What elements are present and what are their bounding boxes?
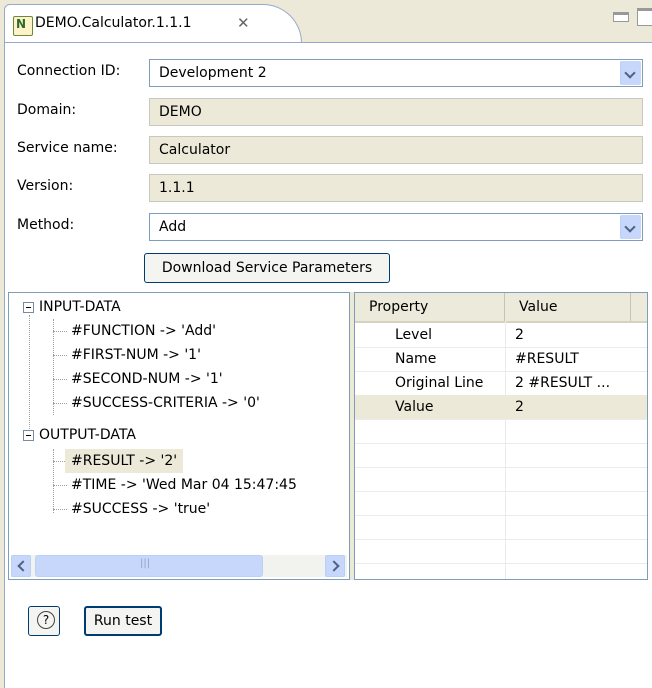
table-row-empty xyxy=(355,515,647,540)
tree-guide-line xyxy=(53,509,67,510)
close-icon[interactable]: ✕ xyxy=(237,14,250,32)
notes-agent-icon xyxy=(13,16,33,36)
table-row[interactable]: Level 2 xyxy=(355,323,647,348)
tree-node-success-criteria[interactable]: #SUCCESS-CRITERIA -> '0' xyxy=(71,391,260,415)
tree-guide-line xyxy=(53,355,67,356)
tree-node-function[interactable]: #FUNCTION -> 'Add' xyxy=(71,319,216,343)
column-header-value[interactable]: Value xyxy=(505,293,631,321)
method-value: Add xyxy=(159,219,187,235)
table-row-empty xyxy=(355,419,647,444)
tree-guide-line xyxy=(53,331,67,332)
run-test-button[interactable]: Run test xyxy=(84,606,162,636)
connection-label: Connection ID: xyxy=(17,63,121,79)
horizontal-scrollbar[interactable] xyxy=(11,555,347,577)
method-label: Method: xyxy=(17,217,75,233)
table-row-selected[interactable]: Value 2 xyxy=(355,395,647,420)
tree-node-input-data[interactable]: INPUT-DATA xyxy=(39,295,121,319)
property-name: Level xyxy=(395,327,432,343)
property-value: #RESULT xyxy=(515,351,579,367)
table-row-empty xyxy=(355,467,647,492)
collapse-icon[interactable] xyxy=(23,302,34,313)
domain-value: DEMO xyxy=(159,104,202,120)
property-name: Value xyxy=(395,399,434,415)
tree-node-first-num[interactable]: #FIRST-NUM -> '1' xyxy=(71,343,201,367)
tree-guide-line xyxy=(53,403,67,404)
connection-combo[interactable]: Development 2 xyxy=(149,59,643,87)
tree-guide-line xyxy=(53,319,54,415)
table-row[interactable]: Original Line 2 #RESULT ... xyxy=(355,371,647,396)
tree-guide-line xyxy=(53,485,67,486)
property-name: Name xyxy=(395,351,437,367)
scroll-left-icon[interactable] xyxy=(11,555,31,577)
tree-guide-line xyxy=(53,379,67,380)
tree-node-time[interactable]: #TIME -> 'Wed Mar 04 15:47:45 xyxy=(71,473,349,497)
chevron-down-icon[interactable] xyxy=(620,215,641,239)
domain-label: Domain: xyxy=(17,102,77,118)
property-value: 2 xyxy=(515,327,524,343)
property-value: 2 xyxy=(515,399,524,415)
domain-field: DEMO xyxy=(149,98,643,126)
properties-table[interactable]: Property Value Level 2 Name #RESULT Orig… xyxy=(354,292,648,580)
service-name-field: Calculator xyxy=(149,136,643,164)
version-field: 1.1.1 xyxy=(149,174,643,202)
download-service-parameters-button[interactable]: Download Service Parameters xyxy=(144,253,390,283)
tree-guide-line xyxy=(53,449,54,513)
tab-title: DEMO.Calculator.1.1.1 xyxy=(35,15,192,31)
service-name-label: Service name: xyxy=(17,140,118,156)
result-tree[interactable]: INPUT-DATA #FUNCTION -> 'Add' #FIRST-NUM… xyxy=(8,292,350,580)
table-row-empty xyxy=(355,539,647,564)
scroll-thumb[interactable] xyxy=(35,555,263,577)
tree-node-result[interactable]: #RESULT -> '2' xyxy=(65,449,184,473)
editor-tab-bar: DEMO.Calculator.1.1.1 ✕ xyxy=(0,0,652,43)
version-value: 1.1.1 xyxy=(159,180,195,196)
method-combo[interactable]: Add xyxy=(149,213,643,241)
table-row[interactable]: Name #RESULT xyxy=(355,347,647,372)
tree-node-output-data[interactable]: OUTPUT-DATA xyxy=(39,423,136,447)
connection-value: Development 2 xyxy=(159,65,267,81)
chevron-down-icon[interactable] xyxy=(620,61,641,85)
table-row-empty xyxy=(355,443,647,468)
property-value: 2 #RESULT ... xyxy=(515,375,611,391)
tree-node-success[interactable]: #SUCCESS -> 'true' xyxy=(71,497,210,521)
collapse-icon[interactable] xyxy=(23,430,34,441)
property-name: Original Line xyxy=(395,375,484,391)
table-row-empty xyxy=(355,491,647,516)
tree-node-second-num[interactable]: #SECOND-NUM -> '1' xyxy=(71,367,223,391)
scroll-right-icon[interactable] xyxy=(325,555,345,577)
maximize-icon[interactable] xyxy=(637,8,652,26)
results-split-pane: INPUT-DATA #FUNCTION -> 'Add' #FIRST-NUM… xyxy=(8,292,648,580)
editor-tab[interactable]: DEMO.Calculator.1.1.1 ✕ xyxy=(4,4,302,43)
service-name-value: Calculator xyxy=(159,142,231,158)
help-button[interactable]: ? xyxy=(28,606,60,636)
minimize-icon[interactable] xyxy=(613,12,629,22)
tree-guide-line xyxy=(29,315,30,437)
version-label: Version: xyxy=(17,178,74,194)
properties-header: Property Value xyxy=(355,293,647,323)
column-header-property[interactable]: Property xyxy=(355,293,505,321)
